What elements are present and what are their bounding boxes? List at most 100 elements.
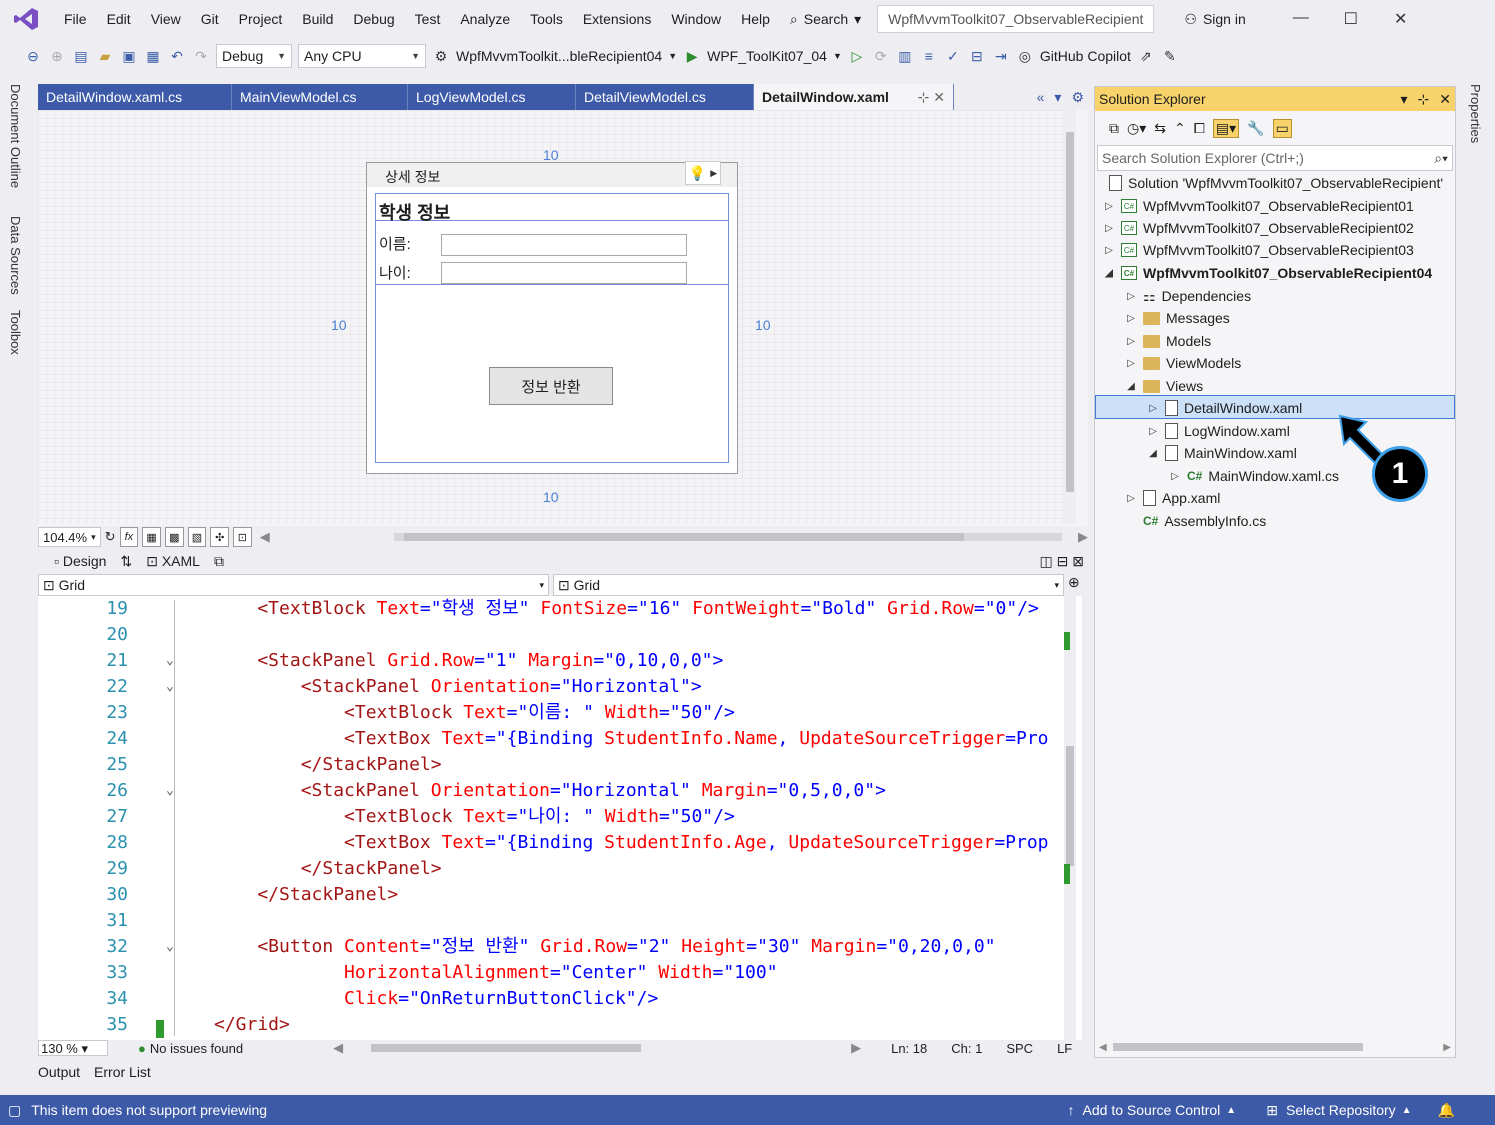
tab-detailviewmodel[interactable]: DetailViewModel.cs: [576, 84, 754, 110]
code-line[interactable]: 25 </StackPanel>: [38, 752, 1064, 778]
menu-file[interactable]: File: [54, 11, 97, 27]
feedback-icon[interactable]: ✎: [1161, 47, 1179, 65]
solution-explorer-search[interactable]: Search Solution Explorer (Ctrl+;) ⌕▾: [1097, 145, 1453, 171]
switch-views-icon[interactable]: ⧉: [1109, 120, 1119, 137]
dropdown-icon[interactable]: ▾: [1401, 91, 1408, 108]
menu-view[interactable]: View: [141, 11, 191, 27]
sign-in-button[interactable]: ⚇ Sign in: [1184, 11, 1245, 28]
run-target-button[interactable]: WPF_ToolKit07_04: [707, 48, 827, 64]
tree-views[interactable]: ◢ Views: [1125, 375, 1203, 397]
menu-test[interactable]: Test: [405, 11, 451, 27]
scroll-tabs-icon[interactable]: «: [1037, 89, 1045, 105]
tree-project-01[interactable]: ▷ C# WpfMvvmToolkit07_ObservableRecipient0…: [1103, 195, 1414, 217]
save-all-icon[interactable]: ▦: [144, 47, 162, 65]
search-button[interactable]: ⌕ Search ▾: [780, 11, 871, 28]
tree-mainwindow-xaml[interactable]: ◢ MainWindow.xaml: [1147, 442, 1297, 464]
menu-debug[interactable]: Debug: [343, 11, 404, 27]
xaml-code-editor[interactable]: 19 <TextBlock Text="학생 정보" FontSize="16"…: [38, 596, 1082, 1040]
save-icon[interactable]: ▣: [120, 47, 138, 65]
tree-project-04[interactable]: ◢ C# WpfMvvmToolkit07_ObservableRecipient0…: [1103, 262, 1432, 284]
code-line[interactable]: 22 ⌄ <StackPanel Orientation="Horizontal"…: [38, 674, 1064, 700]
indent-icon[interactable]: ⇥: [992, 47, 1010, 65]
forward-icon[interactable]: ⊕: [48, 47, 66, 65]
start-without-debug-icon[interactable]: ▷: [848, 47, 866, 65]
menu-tools[interactable]: Tools: [520, 11, 573, 27]
code-line[interactable]: 31: [38, 908, 1064, 934]
tree-project-02[interactable]: ▷ C# WpfMvvmToolkit07_ObservableRecipient0…: [1103, 217, 1414, 239]
tab-logviewmodel[interactable]: LogViewModel.cs: [408, 84, 576, 110]
copy-icon[interactable]: ⧠: [1194, 120, 1205, 137]
maximize-icon[interactable]: ☐: [1326, 9, 1376, 29]
back-icon[interactable]: ⊖: [24, 47, 42, 65]
code-line[interactable]: 33 HorizontalAlignment="Center" Width="1…: [38, 960, 1064, 986]
wrench-icon[interactable]: 🔧: [1247, 120, 1264, 137]
select-repository-button[interactable]: Select Repository: [1286, 1102, 1396, 1118]
close-icon[interactable]: ✕: [1376, 9, 1426, 29]
github-copilot-button[interactable]: GitHub Copilot: [1040, 48, 1131, 64]
spellcheck-icon[interactable]: ✓: [944, 47, 962, 65]
menu-build[interactable]: Build: [292, 11, 343, 27]
align-icon[interactable]: ⊟: [968, 47, 986, 65]
code-line[interactable]: 24 <TextBox Text="{Binding StudentInfo.N…: [38, 726, 1064, 752]
fold-chevron-icon[interactable]: ⌄: [166, 648, 174, 674]
editor-horizontal-scrollbar[interactable]: [371, 1044, 642, 1052]
menu-project[interactable]: Project: [229, 11, 293, 27]
grid-icon[interactable]: ▦: [142, 527, 161, 547]
fx-icon[interactable]: fx: [119, 527, 139, 547]
designer-horizontal-scrollbar[interactable]: [393, 533, 1062, 541]
open-folder-icon[interactable]: ▰: [96, 47, 114, 65]
tab-list-icon[interactable]: ▾: [1054, 89, 1061, 106]
show-all-files-icon[interactable]: ▤▾: [1212, 118, 1240, 138]
tab-detailwindow-xaml-cs[interactable]: DetailWindow.xaml.cs: [38, 84, 232, 110]
se-horizontal-scrollbar[interactable]: ◀ ▶: [1099, 1041, 1451, 1053]
platform-select[interactable]: Any CPU ▼: [298, 44, 426, 68]
configuration-select[interactable]: Debug ▼: [216, 44, 292, 68]
code-vertical-scrollbar[interactable]: [1064, 596, 1076, 1040]
designer-vertical-scrollbar[interactable]: [1064, 110, 1076, 524]
code-line[interactable]: 34 Click="OnReturnButtonClick"/>: [38, 986, 1064, 1012]
scroll-right-icon[interactable]: ▶: [1078, 529, 1088, 545]
line-ending[interactable]: LF: [1057, 1041, 1072, 1056]
tree-models[interactable]: ▷ Models: [1125, 330, 1211, 352]
play-icon[interactable]: ▶: [683, 47, 701, 65]
grid-snap-icon[interactable]: ▩: [164, 527, 184, 547]
split-icon[interactable]: ⊕: [1068, 574, 1082, 596]
tab-design[interactable]: ▫ Design: [54, 553, 106, 569]
code-line[interactable]: 32 ⌄ <Button Content="정보 반환" Grid.Row="2"…: [38, 934, 1064, 960]
code-line[interactable]: 30 </StackPanel>: [38, 882, 1064, 908]
code-line[interactable]: 20: [38, 622, 1064, 648]
return-info-button[interactable]: 정보 반환: [489, 367, 613, 405]
code-line[interactable]: 19 <TextBlock Text="학생 정보" FontSize="16"…: [38, 596, 1064, 622]
tree-app-xaml[interactable]: ▷ App.xaml: [1125, 487, 1220, 509]
undo-icon[interactable]: ↶: [168, 47, 186, 65]
gear-icon[interactable]: ⚙: [1071, 89, 1084, 106]
tree-viewmodels[interactable]: ▷ ViewModels: [1125, 352, 1241, 374]
tree-logwindow-xaml[interactable]: ▷ LogWindow.xaml: [1147, 420, 1290, 442]
editor-zoom-select[interactable]: 130 % ▾: [38, 1040, 108, 1056]
layout-rounding-icon[interactable]: ⊡: [233, 527, 252, 547]
tree-mainwindow-xaml-cs[interactable]: ▷ C# MainWindow.xaml.cs: [1169, 465, 1339, 487]
whitespace-mode[interactable]: SPC: [1006, 1041, 1033, 1056]
lightbulb-icon[interactable]: 💡 ▶: [685, 161, 721, 185]
xaml-designer-surface[interactable]: 상세 정보 💡 ▶ 학생 정보 이름: 나이: 정보 반환 10 10 10 10: [38, 110, 1088, 526]
menu-analyze[interactable]: Analyze: [450, 11, 520, 27]
startup-project-select[interactable]: WpfMvvmToolkit...bleRecipient04: [456, 48, 662, 64]
snap-icon[interactable]: ✣: [210, 527, 230, 547]
close-tab-icon[interactable]: ⊹ ✕: [918, 89, 945, 106]
designer-zoom-select[interactable]: 104.4% ▾: [38, 527, 101, 547]
wpf-window-preview[interactable]: 상세 정보 💡 ▶ 학생 정보 이름: 나이: 정보 반환 10 10 10 10: [331, 147, 771, 505]
tree-project-03[interactable]: ▷ C# WpfMvvmToolkit07_ObservableRecipient0…: [1103, 239, 1414, 261]
tab-xaml[interactable]: ⊡ XAML: [146, 553, 200, 570]
menu-git[interactable]: Git: [191, 11, 229, 27]
properties-tab[interactable]: Properties: [1468, 84, 1483, 143]
age-textbox[interactable]: [441, 262, 687, 284]
share-icon[interactable]: ⇗: [1137, 47, 1155, 65]
document-outline-tab[interactable]: Document Outline: [8, 84, 23, 188]
sync-icon[interactable]: ⇆: [1154, 120, 1166, 137]
add-to-source-control-button[interactable]: Add to Source Control: [1083, 1102, 1221, 1118]
menu-edit[interactable]: Edit: [97, 11, 141, 27]
preview-icon[interactable]: ▭: [1272, 118, 1292, 138]
name-textbox[interactable]: [441, 234, 687, 256]
layout-icon[interactable]: ▥: [896, 47, 914, 65]
tree-detailwindow-xaml[interactable]: ▷ DetailWindow.xaml: [1147, 397, 1302, 419]
